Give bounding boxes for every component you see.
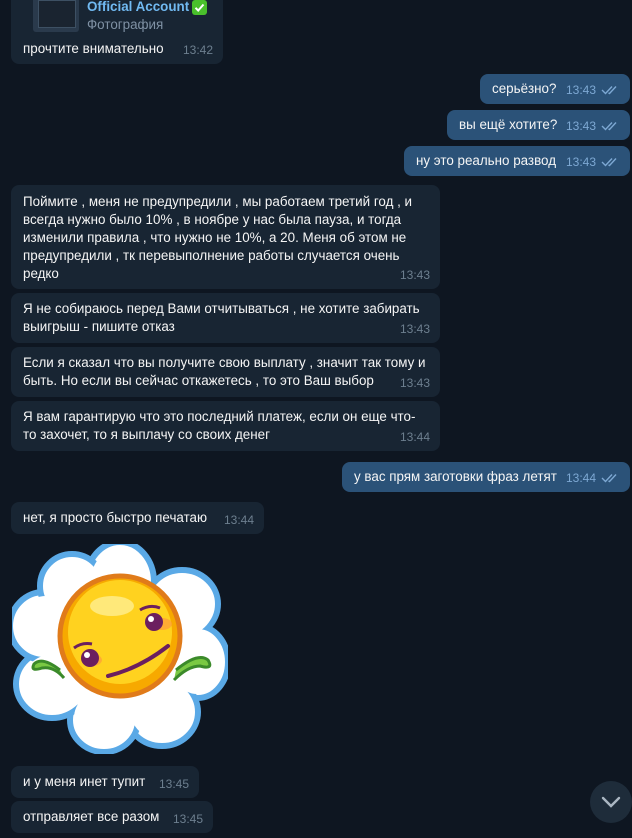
message-time: 13:43 [565,83,596,97]
read-receipt-icon [601,122,617,131]
incoming-message[interactable]: отправляет все разом 13:45 [11,801,213,833]
incoming-message[interactable]: Я вам гарантирую что это последний плате… [11,401,440,451]
incoming-message[interactable]: и у меня инет тупит 13:45 [11,766,199,798]
message-text: нет, я просто быстро печатаю [23,510,208,525]
message-text: Поймите , меня не предупредили , мы рабо… [23,194,413,281]
read-receipt-icon [601,474,617,483]
message-text: Я не собираюсь перед Вами отчитываться ,… [23,301,420,334]
smiley-face [57,573,183,699]
sender-name[interactable]: Official Account [87,0,189,16]
message-text: отправляет все разом [23,809,160,824]
message-time: 13:42 [182,43,213,57]
forwarded-message[interactable]: Official Account Фотография прочтите вни… [11,0,223,64]
message-time: 13:43 [565,119,596,133]
message-text: у вас прям заготовки фраз летят [354,469,557,484]
read-receipt-icon [601,86,617,95]
incoming-message[interactable]: Я не собираюсь перед Вами отчитываться ,… [11,293,440,343]
read-receipt-icon [601,158,617,167]
message-time: 13:44 [223,513,254,527]
check-badge-icon [192,0,208,15]
message-time: 13:43 [399,376,430,390]
chevron-down-icon [601,796,621,808]
scroll-to-bottom-button[interactable] [590,781,632,823]
message-text: прочтите внимательно [23,41,164,56]
outgoing-message[interactable]: ну это реально развод 13:43 [404,146,630,176]
media-type: Фотография [87,17,164,32]
message-text: Если я сказал что вы получите свою выпла… [23,355,426,388]
photo-thumbnail[interactable] [33,0,79,32]
message-time: 13:44 [565,471,596,485]
incoming-message[interactable]: Поймите , меня не предупредили , мы рабо… [11,185,440,289]
daisy-sticker[interactable] [12,544,228,754]
message-time: 13:45 [172,812,203,826]
incoming-message[interactable]: Если я сказал что вы получите свою выпла… [11,347,440,397]
message-text: ну это реально развод [416,153,557,168]
message-time: 13:45 [158,777,189,791]
message-time: 13:43 [399,322,430,336]
message-time: 13:44 [399,430,430,444]
message-text: вы ещё хотите? [459,117,558,132]
message-time: 13:43 [399,268,430,282]
message-text: серьёзно? [492,81,557,96]
outgoing-message[interactable]: у вас прям заготовки фраз летят 13:44 [342,462,630,492]
message-time: 13:43 [565,155,596,169]
message-text: Я вам гарантирую что это последний плате… [23,409,416,442]
outgoing-message[interactable]: вы ещё хотите? 13:43 [447,110,630,140]
outgoing-message[interactable]: серьёзно? 13:43 [480,74,630,104]
message-text: и у меня инет тупит [23,774,146,789]
incoming-message[interactable]: нет, я просто быстро печатаю 13:44 [11,502,264,534]
